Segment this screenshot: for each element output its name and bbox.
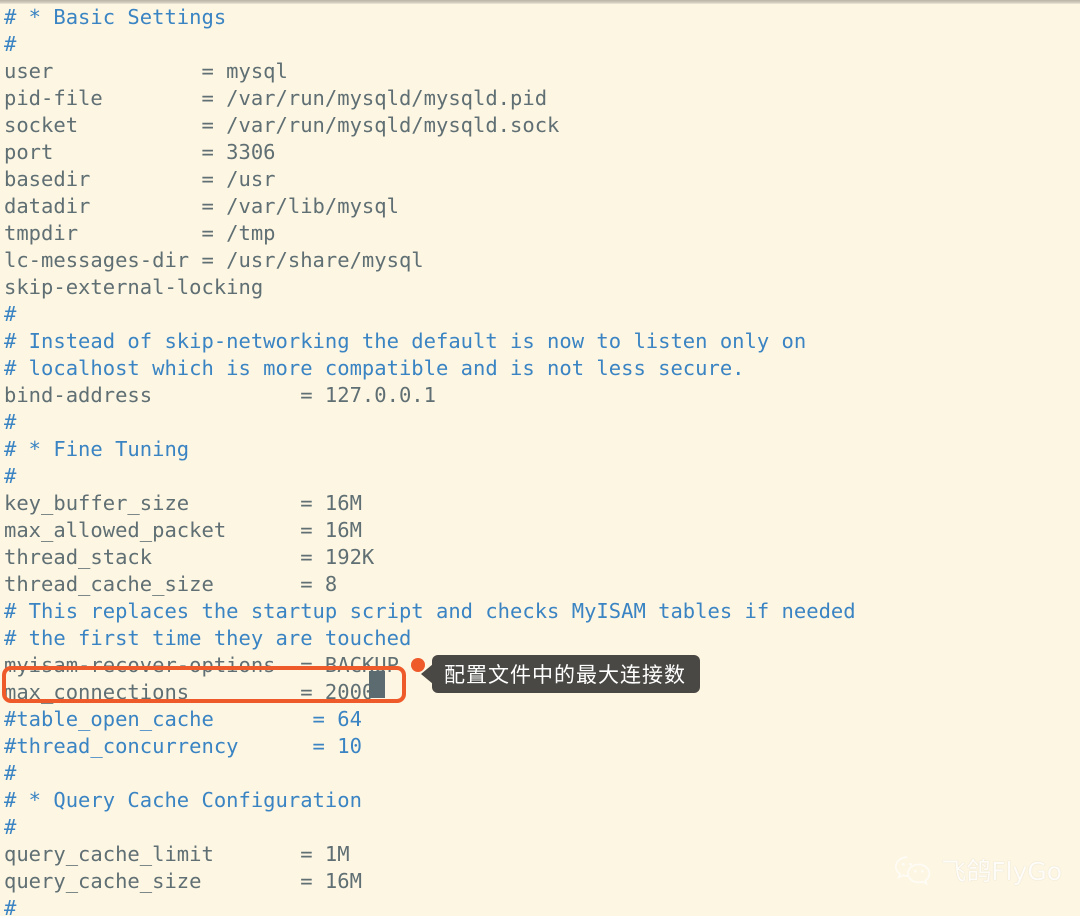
text-cursor bbox=[369, 671, 385, 698]
code-line[interactable]: # bbox=[0, 409, 1080, 436]
code-line[interactable]: key_buffer_size = 16M bbox=[0, 490, 1080, 517]
watermark: 飞鸽FlyGo bbox=[893, 852, 1062, 888]
annotation-callout-text: 配置文件中的最大连接数 bbox=[444, 663, 686, 687]
code-line[interactable]: # the first time they are touched bbox=[0, 625, 1080, 652]
code-line[interactable]: datadir = /var/lib/mysql bbox=[0, 193, 1080, 220]
code-line[interactable]: # bbox=[0, 895, 1080, 916]
code-line[interactable]: pid-file = /var/run/mysqld/mysqld.pid bbox=[0, 85, 1080, 112]
code-line[interactable]: socket = /var/run/mysqld/mysqld.sock bbox=[0, 112, 1080, 139]
code-line[interactable]: # This replaces the startup script and c… bbox=[0, 598, 1080, 625]
code-line[interactable]: user = mysql bbox=[0, 58, 1080, 85]
code-line[interactable]: # Instead of skip-networking the default… bbox=[0, 328, 1080, 355]
code-line[interactable]: max_allowed_packet = 16M bbox=[0, 517, 1080, 544]
code-line[interactable]: #table_open_cache = 64 bbox=[0, 706, 1080, 733]
code-line[interactable]: # bbox=[0, 301, 1080, 328]
code-line[interactable]: basedir = /usr bbox=[0, 166, 1080, 193]
code-line[interactable]: # * Fine Tuning bbox=[0, 436, 1080, 463]
code-line[interactable]: port = 3306 bbox=[0, 139, 1080, 166]
max-connections-highlight-box bbox=[2, 666, 406, 703]
code-line[interactable]: # * Basic Settings bbox=[0, 4, 1080, 31]
code-line[interactable]: skip-external-locking bbox=[0, 274, 1080, 301]
screenshot-root: # * Basic Settings # user = mysql pid-file … bbox=[0, 0, 1080, 916]
code-line[interactable]: bind-address = 127.0.0.1 bbox=[0, 382, 1080, 409]
code-line[interactable]: #thread_concurrency = 10 bbox=[0, 733, 1080, 760]
code-line[interactable]: # bbox=[0, 463, 1080, 490]
code-line[interactable]: tmpdir = /tmp bbox=[0, 220, 1080, 247]
code-line[interactable]: # * Query Cache Configuration bbox=[0, 787, 1080, 814]
code-line[interactable]: thread_stack = 192K bbox=[0, 544, 1080, 571]
config-file-editor[interactable]: # * Basic Settings # user = mysql pid-file … bbox=[0, 4, 1080, 916]
wechat-icon bbox=[893, 854, 933, 886]
code-line[interactable]: # bbox=[0, 760, 1080, 787]
code-line[interactable]: lc-messages-dir = /usr/share/mysql bbox=[0, 247, 1080, 274]
code-line[interactable]: # bbox=[0, 31, 1080, 58]
code-line[interactable]: # localhost which is more compatible and… bbox=[0, 355, 1080, 382]
code-line[interactable]: # bbox=[0, 814, 1080, 841]
code-line[interactable]: thread_cache_size = 8 bbox=[0, 571, 1080, 598]
watermark-text: 飞鸽FlyGo bbox=[941, 857, 1062, 886]
annotation-callout: 配置文件中的最大连接数 bbox=[432, 655, 700, 693]
